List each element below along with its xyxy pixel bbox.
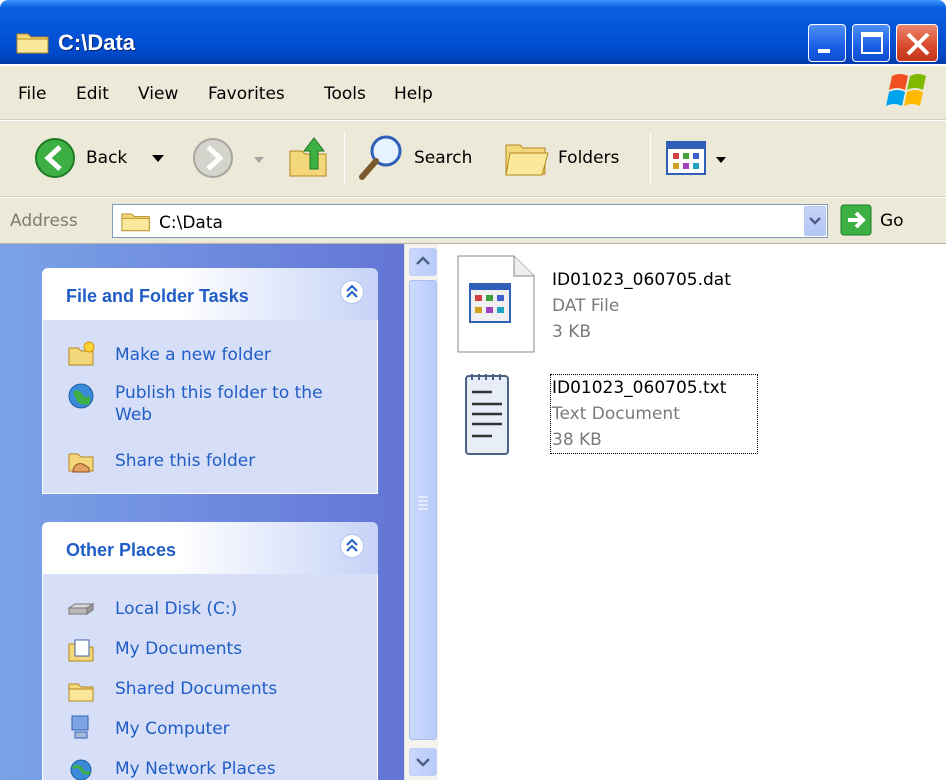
folder-icon (16, 33, 49, 54)
address-label: Address (10, 211, 78, 231)
search-button[interactable]: Search (356, 133, 488, 183)
window-title: C:\Data (58, 30, 136, 55)
chevron-down-icon (254, 157, 264, 163)
address-dropdown-button[interactable] (804, 206, 826, 236)
task-pane: File and Folder Tasks Make a new folder … (0, 244, 404, 780)
my-documents-link[interactable]: My Documents (115, 638, 242, 660)
windows-logo-icon (886, 74, 926, 106)
publish-web-icon (68, 383, 94, 409)
title-bar[interactable]: C:\Data (0, 0, 946, 64)
go-label[interactable]: Go (880, 211, 904, 231)
panel-title: File and Folder Tasks (66, 286, 249, 306)
chevron-down-icon (809, 217, 821, 225)
panel-header[interactable]: Other Places (42, 522, 378, 574)
menu-file[interactable]: File (18, 84, 46, 104)
folders-label: Folders (558, 148, 620, 168)
address-value: C:\Data (159, 213, 223, 233)
text-document-icon (465, 374, 509, 455)
up-folder-icon (289, 137, 327, 177)
toolbar: Back Search Folders (0, 121, 946, 197)
close-icon (906, 32, 930, 56)
file-list[interactable]: ID01023_060705.dat DAT File 3 KB ID01023… (438, 244, 946, 780)
my-computer-icon (71, 715, 89, 739)
folders-button[interactable]: Folders (502, 133, 638, 183)
share-folder-link[interactable]: Share this folder (115, 450, 255, 472)
file-name: ID01023_060705.txt (552, 378, 727, 398)
file-name: ID01023_060705.dat (552, 270, 731, 290)
maximize-button[interactable] (852, 24, 890, 62)
back-label: Back (86, 148, 128, 168)
address-input[interactable]: C:\Data (112, 204, 828, 238)
minimize-icon (818, 49, 830, 53)
up-folder-button[interactable] (284, 133, 332, 183)
shared-documents-link[interactable]: Shared Documents (115, 678, 277, 700)
forward-arrow-icon (193, 138, 233, 178)
file-type: Text Document (552, 404, 680, 424)
my-documents-icon (68, 639, 94, 662)
menu-help[interactable]: Help (394, 84, 433, 104)
collapse-button[interactable] (340, 534, 364, 558)
forward-button[interactable] (188, 133, 268, 183)
my-network-places-link[interactable]: My Network Places (115, 758, 276, 780)
address-bar: Address C:\Data Go (0, 198, 946, 244)
chevron-up-icon (346, 538, 358, 552)
go-button[interactable] (840, 204, 876, 238)
close-button[interactable] (896, 24, 938, 62)
file-size: 3 KB (552, 322, 592, 342)
toolbar-separator (650, 133, 651, 185)
chevron-down-icon (152, 155, 164, 162)
publish-folder-link[interactable]: Publish this folder to the Web (115, 382, 355, 426)
panel-body: Local Disk (C:) My Documents Shared Docu… (42, 574, 378, 780)
search-label: Search (414, 148, 473, 168)
menu-favorites[interactable]: Favorites (208, 84, 285, 104)
task-pane-scrollbar[interactable] (404, 244, 438, 780)
search-icon (359, 135, 402, 180)
folder-icon (121, 213, 150, 232)
scroll-down-button[interactable] (409, 748, 437, 776)
share-folder-icon (68, 453, 94, 473)
panel-title: Other Places (66, 540, 177, 560)
menu-tools[interactable]: Tools (324, 84, 366, 104)
make-new-folder-link[interactable]: Make a new folder (115, 344, 271, 366)
file-type: DAT File (552, 296, 620, 316)
local-disk-link[interactable]: Local Disk (C:) (115, 598, 237, 620)
chevron-down-icon (416, 758, 430, 767)
maximize-icon (861, 32, 883, 54)
menu-edit[interactable]: Edit (76, 84, 109, 104)
dat-file-icon (457, 255, 535, 353)
network-places-icon (70, 759, 92, 780)
new-folder-icon (68, 341, 95, 366)
grip-icon (418, 496, 428, 510)
panel-body: Make a new folder Publish this folder to… (42, 320, 378, 494)
menu-bar: File Edit View Favorites Tools Help (0, 66, 946, 120)
toolbar-separator (344, 133, 345, 185)
views-icon (666, 141, 706, 175)
chevron-up-icon (416, 256, 430, 265)
menu-view[interactable]: View (138, 84, 178, 104)
go-arrow-icon (840, 204, 872, 236)
panel-header[interactable]: File and Folder Tasks (42, 268, 378, 320)
my-computer-link[interactable]: My Computer (115, 718, 230, 740)
local-disk-icon (67, 603, 95, 615)
views-button[interactable] (664, 133, 734, 183)
back-arrow-icon (35, 138, 75, 178)
scroll-up-button[interactable] (409, 248, 437, 276)
chevron-up-icon (346, 284, 358, 298)
scroll-thumb[interactable] (409, 280, 437, 740)
chevron-down-icon (716, 157, 726, 163)
folders-icon (505, 144, 549, 176)
collapse-button[interactable] (340, 280, 364, 304)
shared-documents-icon (68, 683, 94, 702)
minimize-button[interactable] (808, 24, 846, 62)
back-button[interactable]: Back (30, 133, 166, 183)
file-size: 38 KB (552, 430, 602, 450)
